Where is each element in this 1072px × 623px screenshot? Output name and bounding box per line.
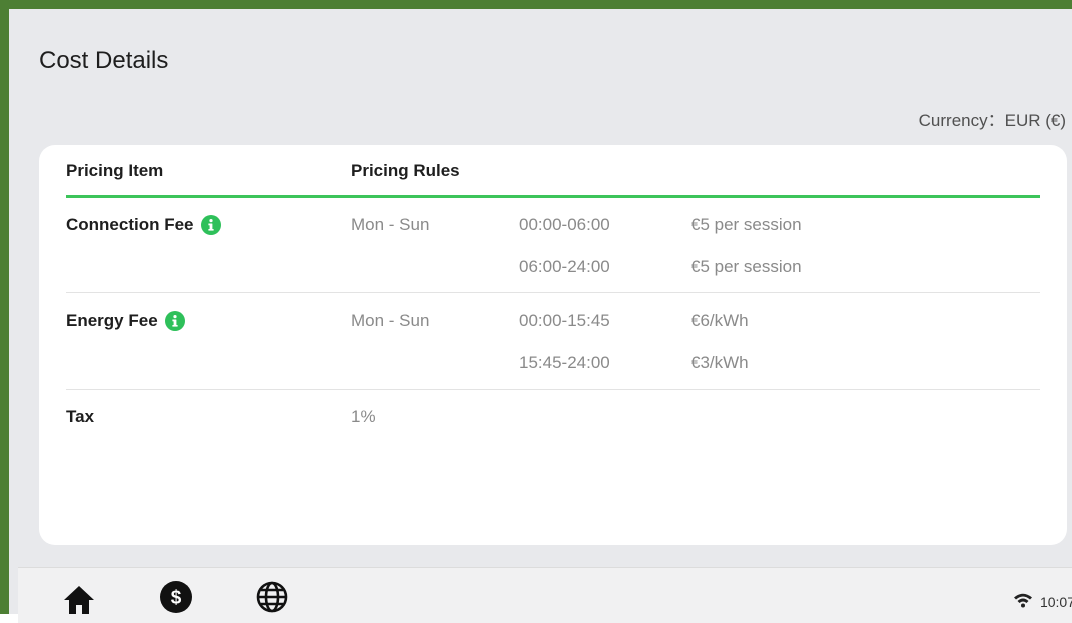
svg-text:$: $ [171,588,182,609]
energy-fee-price-1: €6/kWh [691,311,749,330]
row-divider [66,292,1040,293]
status-time: 10:07 [1039,593,1072,610]
tax-label: Tax [66,407,95,426]
connection-fee-info-icon[interactable] [200,215,221,235]
wifi-icon [1013,592,1033,611]
energy-fee-time-2: 15:45-24:00 [519,353,610,372]
tax-value: 1% [351,407,376,426]
app-frame: Cost Details Currency：EUR (€) Pricing It… [0,0,1072,623]
energy-fee-days: Mon - Sun [351,311,430,330]
home-icon[interactable] [61,582,97,623]
pricing-card: Pricing Item Pricing Rules Connection Fe… [39,145,1067,545]
energy-fee-time-1: 00:00-15:45 [519,311,610,330]
energy-fee-label: Energy Fee [66,311,158,330]
header-divider [66,195,1040,198]
page-title: Cost Details [39,47,169,74]
energy-fee-info-icon[interactable] [164,311,185,331]
connection-fee-time-1: 00:00-06:00 [519,215,610,234]
energy-fee-price-2: €3/kWh [691,353,749,372]
header-pricing-item: Pricing Item [66,161,164,180]
connection-fee-label: Connection Fee [66,215,194,234]
connection-fee-row-label: Connection Fee [66,215,221,235]
dollar-icon[interactable]: $ [159,580,193,619]
status-area: 10:07 [1013,592,1072,611]
connection-fee-days: Mon - Sun [351,215,430,234]
connection-fee-time-2: 06:00-24:00 [519,257,610,276]
globe-icon[interactable] [255,580,289,619]
currency-label: Currency：EUR (€) [918,111,1066,130]
connection-fee-price-1: €5 per session [691,215,802,234]
bottom-nav-bar: $ 10:07 [18,567,1072,623]
row-divider [66,389,1040,390]
energy-fee-row-label: Energy Fee [66,311,185,331]
header-pricing-rules: Pricing Rules [351,161,460,180]
connection-fee-price-2: €5 per session [691,257,802,276]
